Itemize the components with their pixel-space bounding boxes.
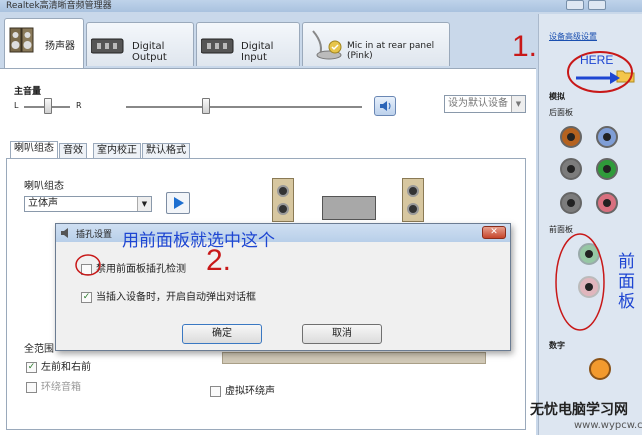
- rear-jack-orange[interactable]: [560, 126, 582, 148]
- tab-digital-input-label: Digital Input: [241, 41, 274, 63]
- rear-jack-green[interactable]: [596, 158, 618, 180]
- advanced-settings-link[interactable]: 设备高级设置: [549, 31, 597, 42]
- volume-slider-thumb[interactable]: [202, 98, 210, 114]
- auto-popup-label: 当插入设备时，开启自动弹出对话框: [96, 292, 256, 303]
- speaker-config-label: 喇叭组态: [24, 181, 64, 192]
- watermark-title: 无忧电脑学习网: [530, 402, 628, 418]
- analog-label: 模拟: [549, 92, 565, 101]
- dialog-close-button[interactable]: ✕: [482, 226, 506, 239]
- speaker-cone: [277, 203, 289, 215]
- device-tabs: 扬声器 Digital Output Digital Input Mic in …: [0, 14, 540, 70]
- tab-speakers[interactable]: 扬声器: [4, 18, 84, 70]
- front-lr-label: 左前和右前: [41, 362, 91, 373]
- speaker-cone: [407, 203, 419, 215]
- speaker-config-value: 立体声: [28, 198, 58, 209]
- tab-digital-output-label: Digital Output: [132, 41, 167, 63]
- speaker-config-select[interactable]: 立体声 ▼: [24, 196, 152, 212]
- digital-input-icon: [201, 38, 234, 54]
- digital-label: 数字: [549, 341, 565, 350]
- speaker-icon: [61, 228, 68, 238]
- auto-popup-checkbox[interactable]: ✓: [81, 291, 92, 303]
- tab-digital-output[interactable]: Digital Output: [86, 22, 194, 66]
- minimize-button[interactable]: [566, 0, 584, 10]
- default-device-select[interactable]: 设为默认设备 ▼: [444, 95, 526, 113]
- speaker-cone: [407, 185, 419, 197]
- maximize-button[interactable]: [588, 0, 606, 10]
- surround-checkbox[interactable]: [26, 381, 37, 393]
- rear-panel-label: 后面板: [549, 108, 573, 117]
- balance-left-label: L: [14, 101, 19, 110]
- tab-mic-label: Mic in at rear panel (Pink): [347, 41, 435, 61]
- virtual-surround-label: 虚拟环绕声: [225, 386, 275, 397]
- volume-icon: [380, 101, 391, 111]
- front-left-speaker[interactable]: [272, 178, 294, 222]
- tab-speakers-label: 扬声器: [45, 41, 75, 52]
- annotation-here: HERE: [580, 53, 614, 67]
- floor-stage: [222, 352, 486, 364]
- subtab-speaker-config[interactable]: 喇叭组态: [10, 141, 58, 159]
- watermark-url: www.wypcw.com: [574, 420, 642, 431]
- ok-button[interactable]: 确定: [182, 324, 262, 344]
- microphone-icon: [312, 30, 342, 60]
- annotation-step2: 2.: [206, 244, 232, 277]
- speaker-cone: [277, 185, 289, 197]
- surround-label: 环绕音箱: [41, 382, 81, 393]
- tab-digital-input[interactable]: Digital Input: [196, 22, 300, 66]
- chevron-down-icon: ▼: [511, 96, 525, 112]
- cancel-button[interactable]: 取消: [302, 324, 382, 344]
- volume-slider-track: [126, 106, 362, 108]
- rear-jack-blue[interactable]: [596, 126, 618, 148]
- rear-jack-gray-2[interactable]: [560, 192, 582, 214]
- annotation-instruction: 用前面板就选中这个: [122, 231, 275, 251]
- rear-jack-pink[interactable]: [596, 192, 618, 214]
- front-lr-checkbox[interactable]: ✓: [26, 361, 37, 373]
- play-icon: [174, 197, 184, 209]
- virtual-surround-checkbox[interactable]: [210, 385, 221, 397]
- subtab-default-format[interactable]: 默认格式: [142, 143, 190, 159]
- checkbox-annotation-circle: [75, 254, 101, 276]
- default-device-label: 设为默认设备: [448, 98, 508, 109]
- front-right-speaker[interactable]: [402, 178, 424, 222]
- virtual-surround-option[interactable]: 虚拟环绕声: [210, 382, 275, 397]
- surround-option[interactable]: 环绕音箱: [26, 378, 81, 393]
- dialog-title: 插孔设置: [76, 230, 113, 240]
- main-volume-label: 主音量: [14, 87, 42, 97]
- front-lr-option[interactable]: ✓ 左前和右前: [26, 358, 91, 373]
- tab-mic-rear-pink[interactable]: Mic in at rear panel (Pink): [302, 22, 450, 66]
- spdif-jack[interactable]: [589, 358, 611, 380]
- fullrange-label: 全范围: [24, 344, 54, 355]
- subtab-room-correction[interactable]: 室内校正: [93, 143, 141, 159]
- subtab-effects[interactable]: 音效: [59, 143, 87, 159]
- annotation-front-panel: 前面板: [618, 252, 635, 312]
- digital-output-icon: [91, 38, 124, 54]
- window-title: Realtek高清晰音频管理器: [6, 1, 112, 11]
- front-panel-annotation-ellipse: [555, 233, 605, 331]
- tv-display: [322, 196, 376, 220]
- annotation-step1: 1.: [512, 30, 538, 63]
- rear-jack-gray[interactable]: [560, 158, 582, 180]
- balance-slider-thumb[interactable]: [44, 98, 52, 114]
- chevron-down-icon: ▼: [137, 197, 151, 211]
- auto-popup-option[interactable]: ✓ 当插入设备时，开启自动弹出对话框: [81, 288, 256, 303]
- play-test-button[interactable]: [166, 192, 190, 214]
- disable-front-detect-label: 禁用前面板插孔检测: [96, 264, 186, 275]
- balance-right-label: R: [76, 101, 82, 110]
- speaker-icon: [9, 27, 34, 53]
- mute-button[interactable]: [374, 96, 396, 116]
- title-bar: Realtek高清晰音频管理器: [0, 0, 642, 12]
